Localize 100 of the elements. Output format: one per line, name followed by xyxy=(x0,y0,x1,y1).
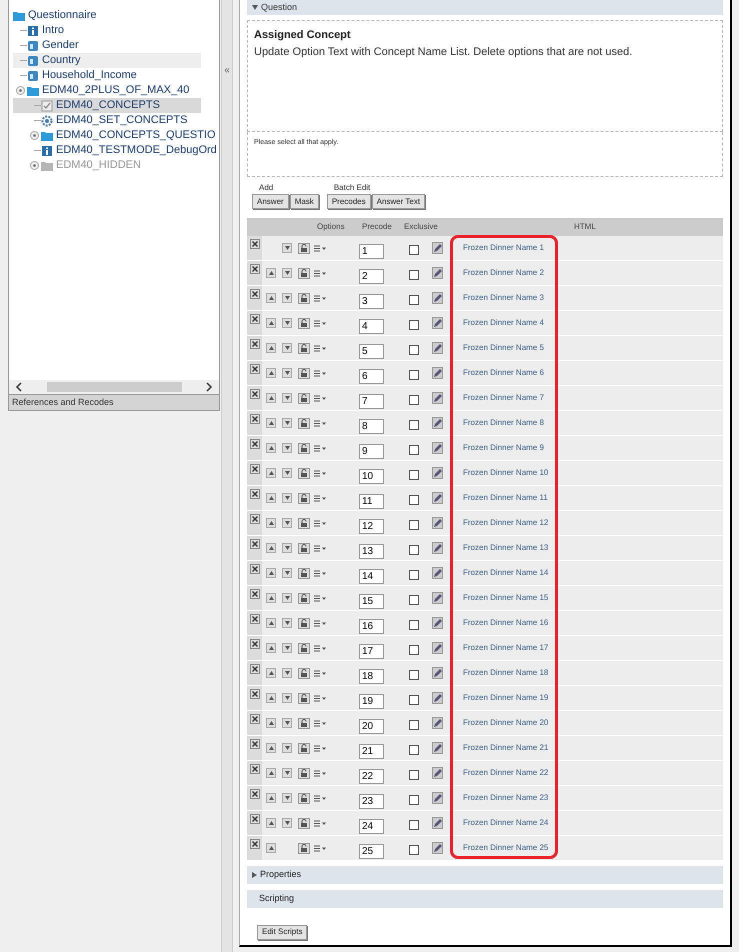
lock-icon[interactable] xyxy=(298,542,310,554)
precode-input[interactable]: 21 xyxy=(359,744,384,759)
lock-icon[interactable] xyxy=(298,468,310,478)
exclusive-checkbox[interactable] xyxy=(409,544,419,554)
delete-icon[interactable] xyxy=(250,314,260,324)
lock-icon[interactable] xyxy=(298,442,310,454)
precode-input[interactable]: 17 xyxy=(359,644,384,659)
delete-icon[interactable] xyxy=(250,389,260,399)
delete-icon[interactable] xyxy=(250,464,260,474)
toolbar-button[interactable]: Mask xyxy=(290,194,319,209)
exclusive-checkbox[interactable] xyxy=(409,394,419,404)
move-up-button[interactable] xyxy=(266,743,276,753)
lock-icon[interactable] xyxy=(298,518,310,528)
exclusive-checkbox[interactable] xyxy=(409,770,419,780)
move-up-button[interactable] xyxy=(266,518,276,528)
menu-icon[interactable] xyxy=(314,420,326,426)
toolbar-button[interactable]: Answer Text xyxy=(372,194,426,209)
lock-icon[interactable] xyxy=(298,492,310,504)
move-up-button[interactable] xyxy=(266,268,276,278)
lock-icon[interactable] xyxy=(298,318,310,328)
move-down-button[interactable] xyxy=(282,368,292,378)
edit-icon[interactable] xyxy=(432,642,443,654)
exclusive-checkbox[interactable] xyxy=(409,644,419,654)
precode-input[interactable]: 23 xyxy=(359,794,384,809)
edit-icon[interactable] xyxy=(432,767,443,779)
expand-icon[interactable] xyxy=(16,86,24,95)
precode-input[interactable]: 11 xyxy=(359,494,384,509)
edit-icon[interactable] xyxy=(432,742,443,754)
edit-icon[interactable] xyxy=(432,717,443,729)
exclusive-checkbox[interactable] xyxy=(409,444,419,454)
delete-icon[interactable] xyxy=(250,339,260,349)
exclusive-checkbox[interactable] xyxy=(409,470,419,480)
precode-input[interactable]: 5 xyxy=(359,344,384,359)
precode-input[interactable]: 16 xyxy=(359,619,384,634)
delete-icon[interactable] xyxy=(250,739,260,749)
move-up-button[interactable] xyxy=(266,493,276,503)
toolbar-button[interactable]: Answer xyxy=(252,194,289,209)
precode-input[interactable]: 10 xyxy=(359,469,384,484)
lock-icon[interactable] xyxy=(298,568,310,578)
edit-icon[interactable] xyxy=(432,817,443,829)
move-up-button[interactable] xyxy=(266,693,276,703)
delete-icon[interactable] xyxy=(250,489,260,499)
exclusive-checkbox[interactable] xyxy=(409,570,419,580)
tree-item[interactable]: Gender xyxy=(42,37,79,54)
move-up-button[interactable] xyxy=(266,293,276,303)
edit-icon[interactable] xyxy=(432,567,443,579)
exclusive-checkbox[interactable] xyxy=(409,694,419,704)
lock-icon[interactable] xyxy=(298,718,310,728)
move-down-button[interactable] xyxy=(282,543,292,553)
menu-icon[interactable] xyxy=(314,320,326,326)
lock-icon[interactable] xyxy=(298,668,310,678)
exclusive-checkbox[interactable] xyxy=(409,494,419,504)
move-up-button[interactable] xyxy=(266,318,276,328)
move-up-button[interactable] xyxy=(266,593,276,603)
toolbar-button[interactable]: Precodes xyxy=(326,194,371,209)
edit-icon[interactable] xyxy=(432,542,443,554)
exclusive-checkbox[interactable] xyxy=(409,344,419,354)
precode-input[interactable]: 18 xyxy=(359,669,384,684)
move-up-button[interactable] xyxy=(266,418,276,428)
menu-icon[interactable] xyxy=(314,570,326,576)
precode-input[interactable]: 25 xyxy=(359,844,384,859)
delete-icon[interactable] xyxy=(250,689,260,699)
exclusive-checkbox[interactable] xyxy=(409,744,419,754)
lock-icon[interactable] xyxy=(298,268,310,278)
precode-input[interactable]: 15 xyxy=(359,594,384,609)
menu-icon[interactable] xyxy=(314,270,326,276)
move-down-button[interactable] xyxy=(282,418,292,428)
menu-icon[interactable] xyxy=(314,820,326,826)
menu-icon[interactable] xyxy=(314,720,326,726)
delete-icon[interactable] xyxy=(250,264,260,274)
menu-icon[interactable] xyxy=(314,494,326,502)
precode-input[interactable]: 1 xyxy=(359,244,384,259)
delete-icon[interactable] xyxy=(250,814,260,824)
edit-icon[interactable] xyxy=(432,317,443,329)
move-up-button[interactable] xyxy=(266,568,276,578)
edit-icon[interactable] xyxy=(432,792,443,804)
precode-input[interactable]: 4 xyxy=(359,319,384,334)
lock-icon[interactable] xyxy=(298,642,310,654)
move-up-button[interactable] xyxy=(266,668,276,678)
menu-icon[interactable] xyxy=(314,244,326,252)
delete-icon[interactable] xyxy=(250,514,260,524)
move-up-button[interactable] xyxy=(266,768,276,778)
exclusive-checkbox[interactable] xyxy=(409,844,419,854)
tree-item[interactable]: EDM40_TESTMODE_DebugOrd xyxy=(56,142,217,159)
delete-icon[interactable] xyxy=(250,839,260,849)
exclusive-checkbox[interactable] xyxy=(409,294,419,304)
menu-icon[interactable] xyxy=(314,644,326,652)
delete-icon[interactable] xyxy=(250,789,260,799)
menu-icon[interactable] xyxy=(314,844,326,852)
tree-item[interactable]: Questionnaire xyxy=(28,7,96,24)
precode-input[interactable]: 7 xyxy=(359,394,384,409)
question-section-header[interactable]: Question xyxy=(247,0,723,15)
delete-icon[interactable] xyxy=(250,239,260,249)
tree-item[interactable]: EDM40_SET_CONCEPTS xyxy=(56,112,188,129)
menu-icon[interactable] xyxy=(314,770,326,776)
move-down-button[interactable] xyxy=(282,668,292,678)
move-up-button[interactable] xyxy=(266,818,276,828)
precode-input[interactable]: 6 xyxy=(359,369,384,384)
edit-icon[interactable] xyxy=(432,267,443,279)
lock-icon[interactable] xyxy=(298,768,310,778)
